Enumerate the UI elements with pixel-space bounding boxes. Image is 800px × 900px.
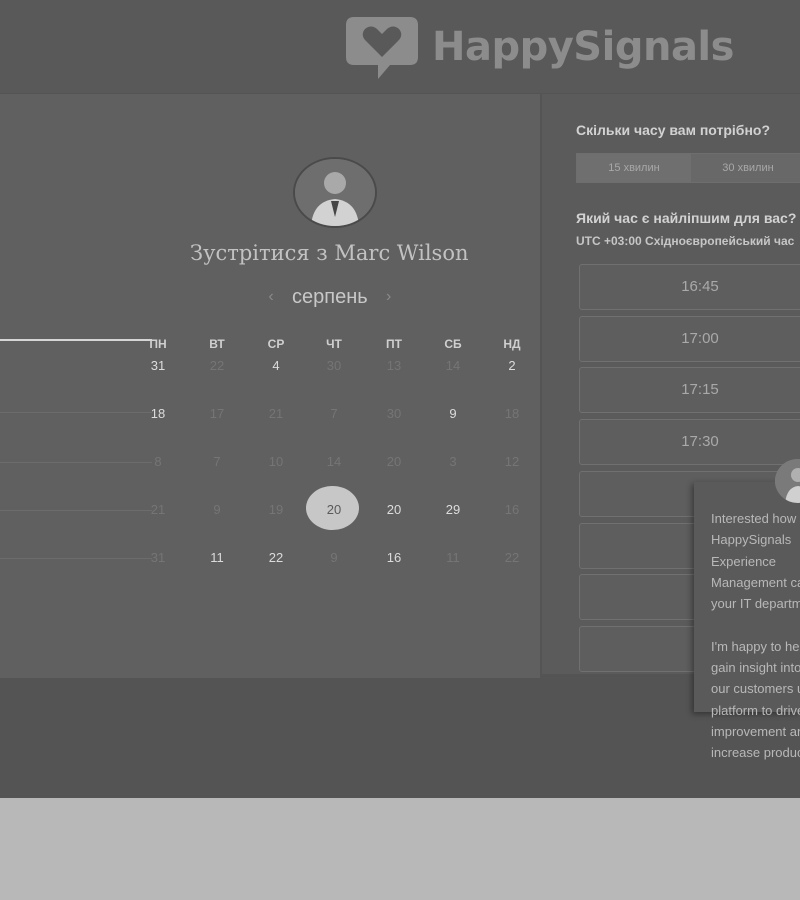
heart-speech-bubble-icon — [346, 17, 418, 79]
calendar-day: 22 — [209, 358, 225, 373]
divider — [0, 510, 152, 511]
calendar-day: 11 — [446, 550, 460, 565]
calendar-day: 13 — [386, 358, 402, 373]
calendar-day: 12 — [504, 454, 520, 469]
calendar-day[interactable]: 31 — [138, 358, 178, 373]
brand-logo[interactable]: HappySignals — [344, 12, 734, 82]
time-question: Який час є найліпшим для вас? — [576, 210, 797, 226]
calendar-day[interactable]: 18 — [138, 406, 178, 421]
duration-question: Скільки часу вам потрібно? — [576, 122, 771, 138]
calendar-day: 16 — [504, 502, 520, 517]
calendar-day[interactable]: 11 — [197, 550, 237, 565]
time-slot-button[interactable]: 17:30 — [579, 419, 800, 466]
calendar-day: 19 — [268, 502, 284, 517]
calendar-day[interactable]: 4 — [256, 358, 296, 373]
chat-popup[interactable]: Interested how HappySignals Experience M… — [694, 482, 800, 760]
calendar-day: 31 — [150, 550, 166, 565]
calendar-day: 21 — [268, 406, 284, 421]
timezone-label: UTC +03:00 Східноєвропейський час — [576, 234, 795, 248]
calendar-day[interactable]: 2 — [492, 358, 532, 373]
month-label: серпень — [292, 285, 368, 308]
duration-tab-30[interactable]: 30 хвилин — [691, 154, 800, 182]
calendar-day: 10 — [268, 454, 284, 469]
divider — [0, 558, 152, 559]
calendar-day: 9 — [330, 550, 338, 565]
calendar-day: 14 — [445, 358, 461, 373]
divider — [0, 462, 152, 463]
calendar-day: 7 — [330, 406, 338, 421]
weekday-header: СР — [267, 337, 285, 351]
prev-month-button[interactable]: ‹ — [262, 288, 280, 306]
weekday-header: СБ — [444, 337, 462, 351]
calendar-day: 20 — [386, 454, 402, 469]
calendar-day: 3 — [449, 454, 457, 469]
calendar-day: 7 — [213, 454, 221, 469]
time-slot-button[interactable]: 17:00 — [579, 315, 800, 362]
time-slot-button[interactable]: 16:45 — [579, 264, 800, 310]
weekday-header: НД — [503, 337, 521, 351]
calendar-day[interactable]: 29 — [433, 502, 473, 517]
calendar-day: 9 — [213, 502, 221, 517]
calendar-day: 30 — [326, 358, 342, 373]
calendar-day: 18 — [504, 406, 520, 421]
month-navigation: ‹ серпень › — [262, 284, 398, 310]
duration-tabs: 15 хвилин 30 хвилин — [576, 153, 800, 183]
calendar-day: 17 — [209, 406, 225, 421]
calendar-day-selected[interactable]: 20 — [314, 502, 354, 517]
calendar-day: 30 — [386, 406, 402, 421]
calendar-divider — [0, 339, 152, 341]
weekday-header: ЧТ — [326, 337, 342, 351]
weekday-header: ПТ — [386, 337, 402, 351]
divider — [0, 412, 152, 413]
calendar-day: 14 — [326, 454, 342, 469]
calendar-day[interactable]: 22 — [256, 550, 296, 565]
calendar-card — [0, 94, 540, 678]
calendar-day: 8 — [154, 454, 162, 469]
next-month-button[interactable]: › — [380, 288, 398, 306]
calendar-day[interactable]: 20 — [374, 502, 414, 517]
chat-message: Interested how HappySignals Experience M… — [711, 511, 800, 761]
time-slot-button[interactable]: 17:15 — [579, 367, 800, 414]
meeting-title: Зустрітися з Marc Wilson — [190, 241, 469, 265]
host-avatar — [293, 157, 377, 228]
weekday-header: ПН — [149, 337, 167, 351]
header: HappySignals — [0, 0, 800, 93]
calendar-day[interactable]: 9 — [433, 406, 473, 421]
brand-name: HappySignals — [432, 24, 734, 70]
calendar-day: 22 — [504, 550, 520, 565]
weekday-header: ВТ — [209, 337, 225, 351]
calendar-day: 21 — [150, 502, 166, 517]
duration-tab-15[interactable]: 15 хвилин — [577, 154, 691, 182]
calendar-day[interactable]: 16 — [374, 550, 414, 565]
